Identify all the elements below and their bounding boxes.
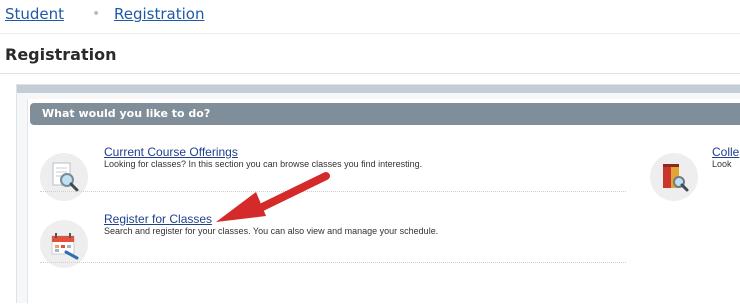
page-title-bar: Registration	[0, 34, 740, 74]
option-divider	[40, 262, 626, 263]
magnifier-document-icon	[40, 153, 88, 201]
option-course-catalog-partial: Colle Look	[650, 145, 740, 203]
current-course-offerings-description: Looking for classes? In this section you…	[104, 159, 423, 169]
current-course-offerings-link[interactable]: Current Course Offerings	[104, 145, 238, 159]
breadcrumb-registration-link[interactable]: Registration	[114, 5, 204, 23]
course-catalog-link[interactable]: Colle	[712, 145, 739, 159]
page-title: Registration	[5, 45, 117, 64]
panel-header-title: What would you like to do?	[42, 107, 211, 120]
calendar-pencil-icon	[40, 220, 88, 268]
breadcrumb-student-link[interactable]: Student	[5, 5, 64, 23]
breadcrumb: Student • Registration	[0, 0, 740, 34]
register-for-classes-description: Search and register for your classes. Yo…	[104, 226, 439, 236]
course-catalog-description: Look	[712, 159, 732, 169]
book-magnifier-icon	[650, 153, 698, 201]
red-arrow-annotation	[216, 172, 330, 222]
panel-header: What would you like to do?	[30, 103, 740, 125]
register-for-classes-link[interactable]: Register for Classes	[104, 212, 212, 226]
breadcrumb-separator: •	[92, 6, 101, 22]
content-top-bar	[17, 85, 740, 93]
